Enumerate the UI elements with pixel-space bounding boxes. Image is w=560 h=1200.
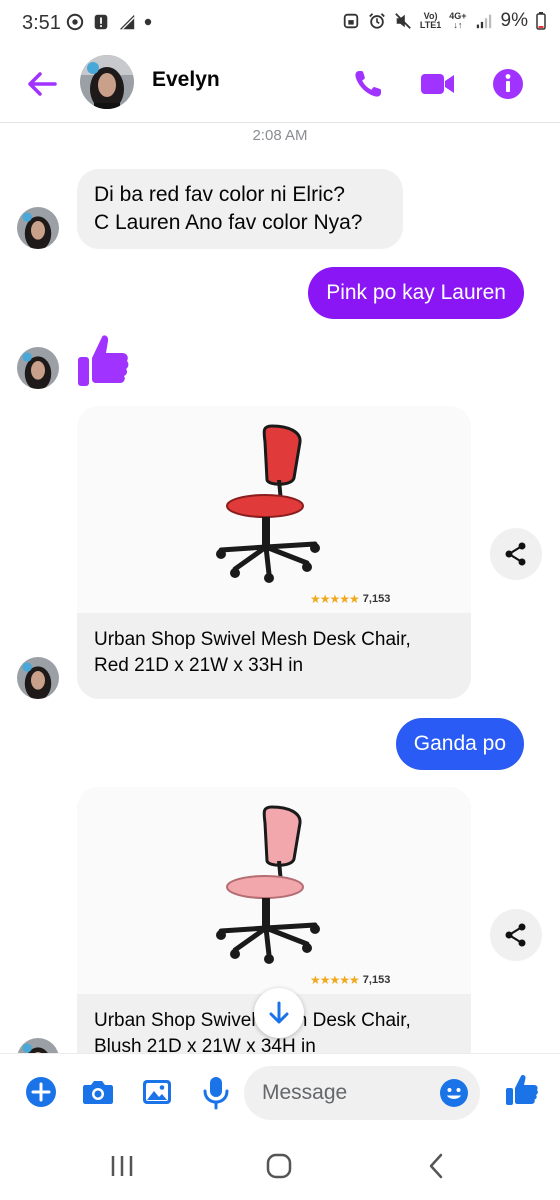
share-button[interactable] [490, 528, 542, 580]
avatar-photo [17, 207, 59, 249]
arrow-down-icon [269, 1001, 289, 1024]
alert-icon [94, 14, 108, 30]
share-button[interactable] [490, 909, 542, 961]
alarm-icon [369, 13, 385, 29]
product-image[interactable]: ★★★★★ 7,153 [77, 787, 471, 994]
battery-icon [536, 12, 546, 30]
system-navigation-bar [0, 1133, 560, 1200]
phone-icon[interactable] [348, 64, 388, 104]
status-time: 3:51 [22, 12, 61, 34]
avatar[interactable] [80, 55, 134, 109]
thumbs-up-icon[interactable] [504, 1072, 540, 1108]
status-bar: 3:51 Vo) LTE1 4G+ ↓↑ 9% [0, 0, 560, 48]
share-icon [505, 923, 526, 947]
chair-image [216, 424, 320, 583]
rating-count: 7,153 [362, 593, 391, 605]
rating-count: 7,153 [362, 974, 391, 986]
outgoing-message[interactable]: Ganda po [395, 718, 524, 770]
signal-icon [476, 14, 491, 29]
info-icon[interactable] [488, 64, 528, 104]
avatar-photo [17, 657, 59, 699]
back-arrow-icon[interactable] [22, 64, 62, 104]
sender-avatar[interactable] [17, 347, 59, 389]
message-thread[interactable]: 2:08 AM Di ba red fav color ni Elric? C … [0, 123, 560, 1053]
message-timestamp: 2:08 AM [252, 127, 308, 144]
gallery-icon[interactable] [139, 1074, 175, 1110]
video-icon[interactable] [418, 64, 458, 104]
product-rating: ★★★★★ 7,153 [310, 973, 390, 987]
product-title[interactable]: Urban Shop Swivel Mesh Desk Chair, Red 2… [94, 627, 464, 679]
volte-indicator: Vo) LTE1 [419, 11, 442, 30]
recent-apps-icon[interactable] [107, 1151, 137, 1181]
chat-header: Evelyn [0, 48, 560, 123]
sender-avatar[interactable] [17, 207, 59, 249]
network-type: 4G+ ↓↑ [449, 11, 467, 30]
share-icon [505, 542, 526, 566]
product-rating: ★★★★★ 7,153 [310, 592, 390, 606]
message-placeholder: Message [262, 1081, 348, 1104]
product-card[interactable]: ★★★★★ 7,153 Urban Shop Swivel Mesh Desk … [77, 406, 471, 699]
notification-dot-icon [144, 18, 152, 26]
outgoing-message[interactable]: Pink po kay Lauren [308, 267, 524, 319]
microphone-icon[interactable] [198, 1074, 234, 1110]
back-nav-icon[interactable] [422, 1151, 452, 1181]
contact-name[interactable]: Evelyn [152, 68, 220, 92]
wifi-call-icon [119, 14, 135, 30]
emoji-icon[interactable] [439, 1078, 469, 1108]
home-icon[interactable] [264, 1151, 294, 1181]
message-text: C Lauren Ano fav color Nya? [94, 211, 363, 234]
camera-icon[interactable] [80, 1074, 116, 1110]
mute-icon [395, 13, 411, 29]
avatar-photo [17, 1038, 59, 1053]
thumbs-up-sticker-icon[interactable] [76, 333, 130, 389]
battery-level: 9% [500, 10, 528, 31]
message-composer: Message [0, 1053, 560, 1134]
scroll-to-bottom-button[interactable] [254, 988, 304, 1038]
incoming-message[interactable]: Di ba red fav color ni Elric? C Lauren A… [77, 169, 403, 249]
rating-stars: ★★★★★ [310, 592, 360, 606]
chair-image [216, 805, 320, 964]
chrome-icon [66, 13, 84, 31]
rating-stars: ★★★★★ [310, 973, 360, 987]
avatar-photo [80, 55, 134, 109]
plus-icon[interactable] [23, 1074, 59, 1110]
sender-avatar[interactable] [17, 1038, 59, 1053]
message-input[interactable]: Message [244, 1066, 480, 1120]
avatar-photo [17, 347, 59, 389]
lock-icon [343, 13, 359, 29]
sender-avatar[interactable] [17, 657, 59, 699]
product-image[interactable]: ★★★★★ 7,153 [77, 406, 471, 613]
message-text: Di ba red fav color ni Elric? [94, 183, 345, 206]
